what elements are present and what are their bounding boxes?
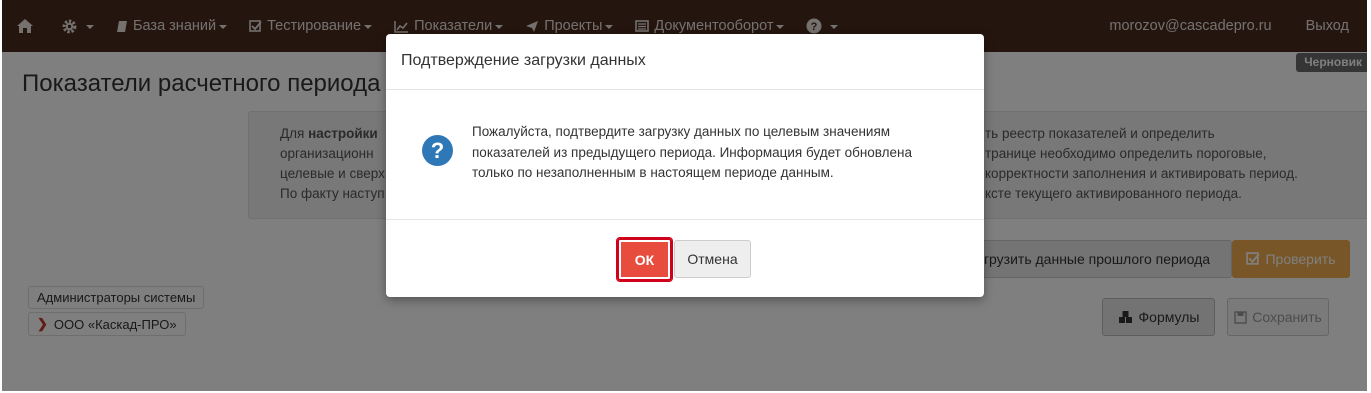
- dialog-title: Подтверждение загрузки данных: [401, 52, 646, 69]
- app-window: База знаний Тестирование Показатели Прое…: [2, 0, 1367, 391]
- dialog-header-divider: [386, 89, 984, 90]
- ok-button[interactable]: ОК: [616, 237, 673, 282]
- dialog-message-line-2: показателей из предыдущего периода. Инфо…: [472, 144, 913, 160]
- cancel-button-label: Отмена: [687, 251, 738, 267]
- confirm-dialog: Подтверждение загрузки данных ? Пожалуйс…: [386, 34, 984, 297]
- ok-button-label: ОК: [634, 251, 655, 268]
- dialog-message-line-3: только по незаполненным в настоящем пери…: [472, 165, 834, 180]
- dialog-message-line-1: Пожалуйста, подтвердите загрузку данных …: [472, 124, 891, 139]
- question-circle-icon: ?: [422, 135, 453, 166]
- dialog-footer-divider: [386, 219, 984, 220]
- cancel-button[interactable]: Отмена: [674, 240, 751, 278]
- dialog-message: Пожалуйста, подтвердите загрузку данных …: [472, 122, 962, 184]
